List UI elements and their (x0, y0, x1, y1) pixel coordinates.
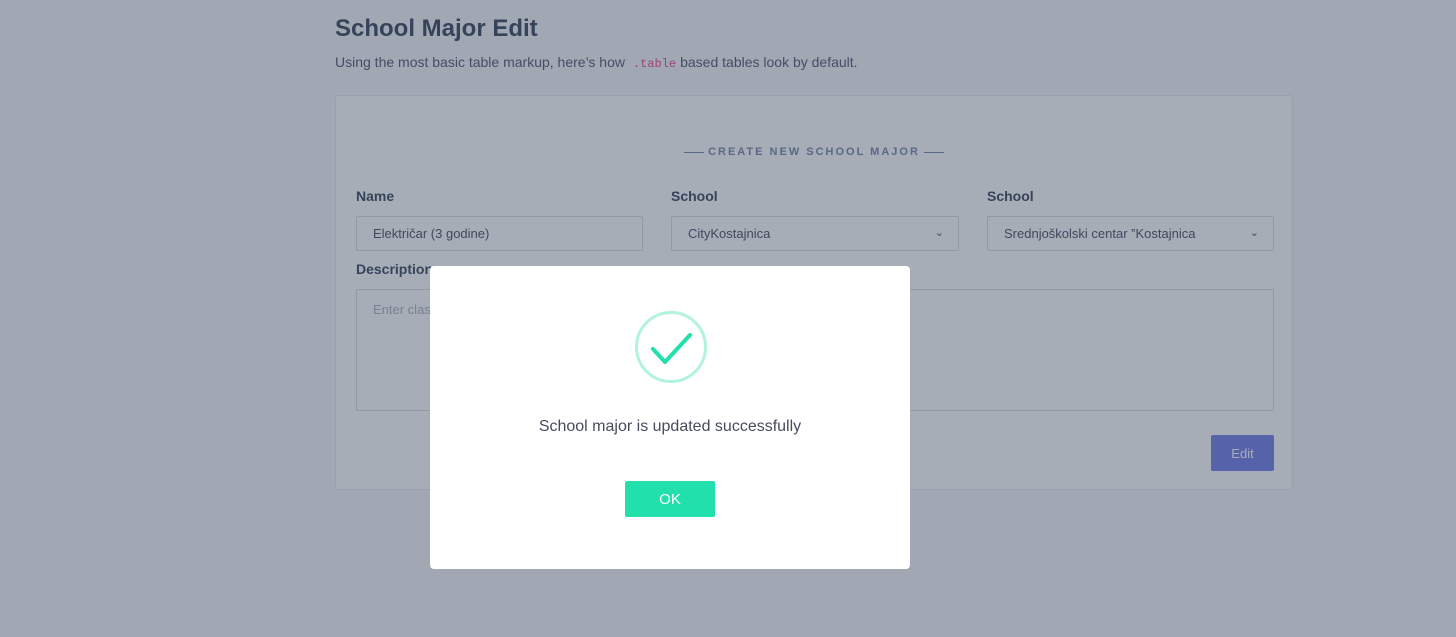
success-icon-ring (635, 311, 707, 383)
ok-button[interactable]: OK (625, 481, 715, 517)
success-modal: School major is updated successfully OK (430, 266, 910, 569)
check-icon (651, 333, 692, 364)
modal-message: School major is updated successfully (538, 418, 802, 435)
